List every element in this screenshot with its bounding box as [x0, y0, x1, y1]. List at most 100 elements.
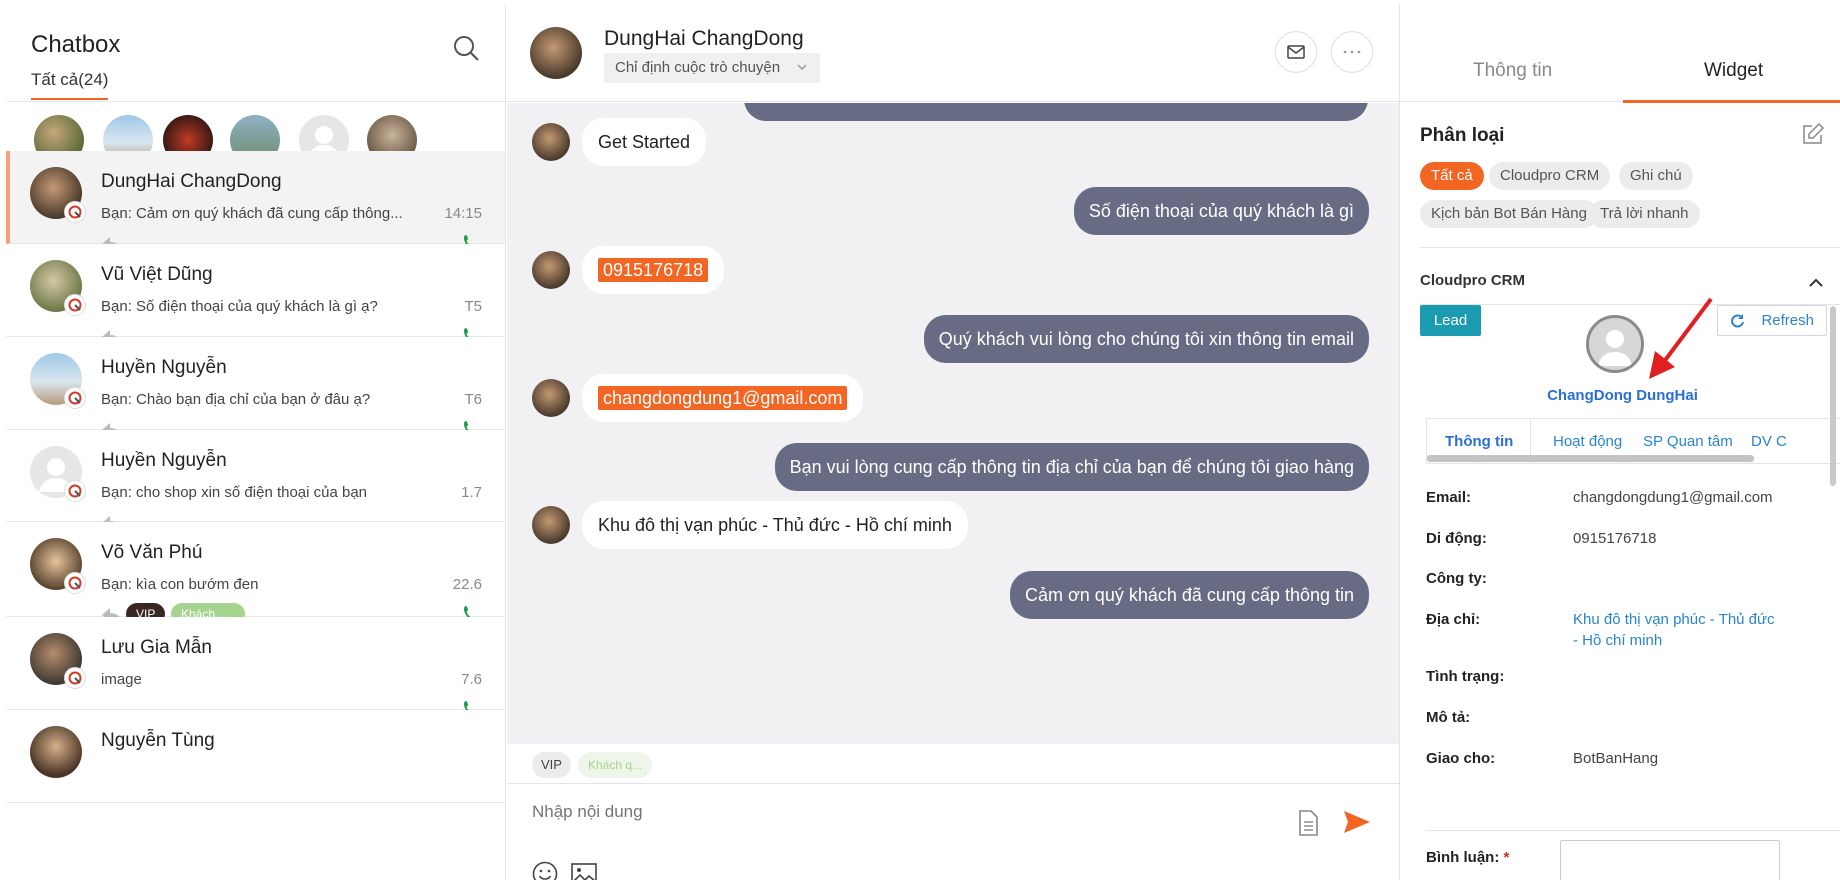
- refresh-label: Refresh: [1761, 312, 1814, 329]
- conversation-item[interactable]: DungHai ChangDong Bạn: Cảm ơn quý khách …: [6, 151, 505, 252]
- avatar: [30, 167, 86, 223]
- message-bubble-incoming: Khu đô thị vạn phúc - Thủ đức - Hồ chí m…: [582, 501, 968, 549]
- red-arrow-annotation: [1649, 297, 1713, 379]
- subtab-services[interactable]: DV C: [1751, 433, 1787, 450]
- avatar: [30, 633, 86, 689]
- avatar: [532, 251, 570, 289]
- comment-label: Bình luận:: [1426, 849, 1500, 866]
- message-bubble-outgoing: Số điện thoại của quý khách là gì: [1073, 187, 1369, 235]
- widget-tabs: Thông tin Widget: [1400, 4, 1840, 103]
- conversation-name: Vũ Việt Dũng: [101, 264, 213, 285]
- conversation-name: Huyền Nguyễn: [101, 450, 227, 471]
- chevron-up-icon[interactable]: [1807, 274, 1825, 292]
- field-value-mobile: 0915176718: [1573, 530, 1657, 547]
- subtab-info[interactable]: Thông tin: [1445, 433, 1513, 450]
- emoji-icon[interactable]: [532, 861, 558, 880]
- chip-cloudpro-crm[interactable]: Cloudpro CRM: [1489, 162, 1611, 190]
- field-label-email: Email:: [1426, 489, 1472, 506]
- conversation-name: Huyền Nguyễn: [101, 357, 227, 378]
- message-bubble-outgoing: Cảm ơn quý khách đã cung cấp thông tin: [1009, 571, 1369, 619]
- tab-widget[interactable]: Widget: [1704, 60, 1763, 82]
- channel-icon: [64, 480, 86, 502]
- avatar: [532, 379, 570, 417]
- chip-sales-bot-script[interactable]: Kịch bản Bot Bán Hàng: [1420, 200, 1598, 228]
- avatar: [532, 506, 570, 544]
- conversation-preview: Bạn: Cảm ơn quý khách đã cung cấp thông.…: [101, 205, 403, 222]
- filter-tab-all[interactable]: Tất cả(24): [31, 70, 109, 100]
- vertical-scrollbar[interactable]: [1830, 306, 1836, 486]
- lead-button[interactable]: Lead: [1420, 305, 1481, 336]
- conversation-time: 1.7: [461, 484, 482, 501]
- chip-notes[interactable]: Ghi chú: [1619, 162, 1693, 190]
- conversation-name: Võ Văn Phú: [101, 542, 203, 563]
- more-icon: [1343, 50, 1361, 54]
- required-mark: *: [1503, 849, 1510, 866]
- lead-name[interactable]: ChangDong DungHai: [1420, 387, 1825, 404]
- chat-list-panel: Chatbox Tất cả(24) 6d 1d 21d 4d 10d Dung…: [6, 4, 506, 880]
- active-tab-indicator: [1623, 100, 1840, 103]
- conversation-item[interactable]: Huyền Nguyễn Bạn: cho shop xin số điện t…: [6, 430, 505, 531]
- lead-avatar: [1586, 315, 1644, 373]
- channel-icon: [64, 572, 86, 594]
- assign-conversation-select[interactable]: Chỉ định cuộc trò chuyện: [604, 53, 821, 83]
- field-label-status: Tình trạng:: [1426, 668, 1505, 685]
- conversation-item[interactable]: Võ Văn Phú Bạn: kìa con bướm đen 22.6 VI…: [6, 522, 505, 625]
- message-bubble-outgoing: Bạn vui lòng cung cấp thông tin địa chỉ …: [774, 443, 1369, 491]
- avatar: [30, 446, 86, 502]
- message-bubble-incoming: Get Started: [582, 118, 707, 166]
- conversation-item[interactable]: Huyền Nguyễn Bạn: Chào bạn địa chỉ của b…: [6, 337, 505, 438]
- email-button[interactable]: [1275, 31, 1317, 73]
- search-icon[interactable]: [452, 34, 480, 62]
- field-value-address[interactable]: Khu đô thị vạn phúc - Thủ đức - Hồ chí m…: [1573, 609, 1783, 651]
- chat-header: DungHai ChangDong Chỉ định cuộc trò chuy…: [507, 4, 1399, 102]
- more-options-button[interactable]: [1331, 31, 1373, 73]
- refresh-icon: [1731, 314, 1744, 328]
- avatar: [30, 538, 86, 594]
- conversation-item[interactable]: Vũ Việt Dũng Bạn: Số điện thoại của quý …: [6, 244, 505, 345]
- send-icon[interactable]: [1343, 810, 1371, 834]
- conversation-item[interactable]: Lưu Gia Mẫn image 7.6: [6, 617, 505, 717]
- horizontal-scrollbar[interactable]: [1427, 455, 1754, 462]
- tab-info[interactable]: Thông tin: [1473, 60, 1552, 82]
- avatar: [530, 27, 582, 79]
- refresh-button[interactable]: Refresh: [1717, 305, 1827, 336]
- file-icon[interactable]: [1298, 810, 1318, 836]
- conversation-time: 7.6: [461, 671, 482, 688]
- subtab-activity[interactable]: Hoạt động: [1553, 433, 1622, 450]
- tag-vip[interactable]: VIP: [532, 752, 571, 778]
- tag-customer[interactable]: Khách q...: [578, 752, 653, 778]
- conversation-item[interactable]: Nguyễn Tùng: [6, 710, 505, 803]
- conversation-time: T5: [464, 298, 482, 315]
- conversation-name: Nguyễn Tùng: [101, 730, 215, 751]
- channel-icon: [64, 201, 86, 223]
- field-label-assigned-to: Giao cho:: [1426, 750, 1496, 767]
- avatar: [30, 726, 82, 778]
- message-bubble-incoming: 0915176718: [582, 246, 725, 294]
- message-bubble-incoming: changdongdung1@gmail.com: [582, 374, 864, 422]
- avatar: [532, 123, 570, 161]
- chip-all[interactable]: Tất cả: [1420, 162, 1484, 190]
- message-bubble-outgoing: [744, 103, 1368, 121]
- widget-panel: Thông tin Widget Phân loại Tất cả Cloudp…: [1399, 4, 1840, 880]
- crm-lead-card: Lead Refresh ChangDong DungHai Thông tin…: [1420, 297, 1840, 880]
- channel-icon: [64, 667, 86, 689]
- conversation-time: 22.6: [452, 576, 482, 593]
- conversation-preview: Bạn: kìa con bướm đen: [101, 576, 259, 593]
- conversation-preview: Bạn: Chào bạn địa chỉ của bạn ở đâu ạ?: [101, 391, 371, 408]
- channel-icon: [64, 387, 86, 409]
- edit-icon[interactable]: [1801, 122, 1825, 146]
- conversation-preview: Bạn: Số điện thoại của quý khách là gì ạ…: [101, 298, 378, 315]
- image-icon[interactable]: [571, 863, 597, 880]
- conversation-time: 14:15: [444, 205, 482, 222]
- field-label-address: Địa chỉ:: [1426, 611, 1481, 628]
- field-value-assigned-to: BotBanHang: [1573, 750, 1659, 767]
- chip-quick-reply[interactable]: Trả lời nhanh: [1589, 200, 1700, 228]
- chat-panel: DungHai ChangDong Chỉ định cuộc trò chuy…: [507, 4, 1399, 880]
- highlighted-email: changdongdung1@gmail.com: [598, 386, 848, 410]
- crm-section-title: Cloudpro CRM: [1420, 272, 1525, 289]
- assign-label: Chỉ định cuộc trò chuyện: [615, 59, 781, 76]
- chatbox-title: Chatbox: [31, 31, 121, 58]
- comment-input[interactable]: [1560, 840, 1780, 880]
- subtab-interested-products[interactable]: SP Quan tâm: [1643, 433, 1733, 450]
- message-input[interactable]: [532, 802, 1232, 822]
